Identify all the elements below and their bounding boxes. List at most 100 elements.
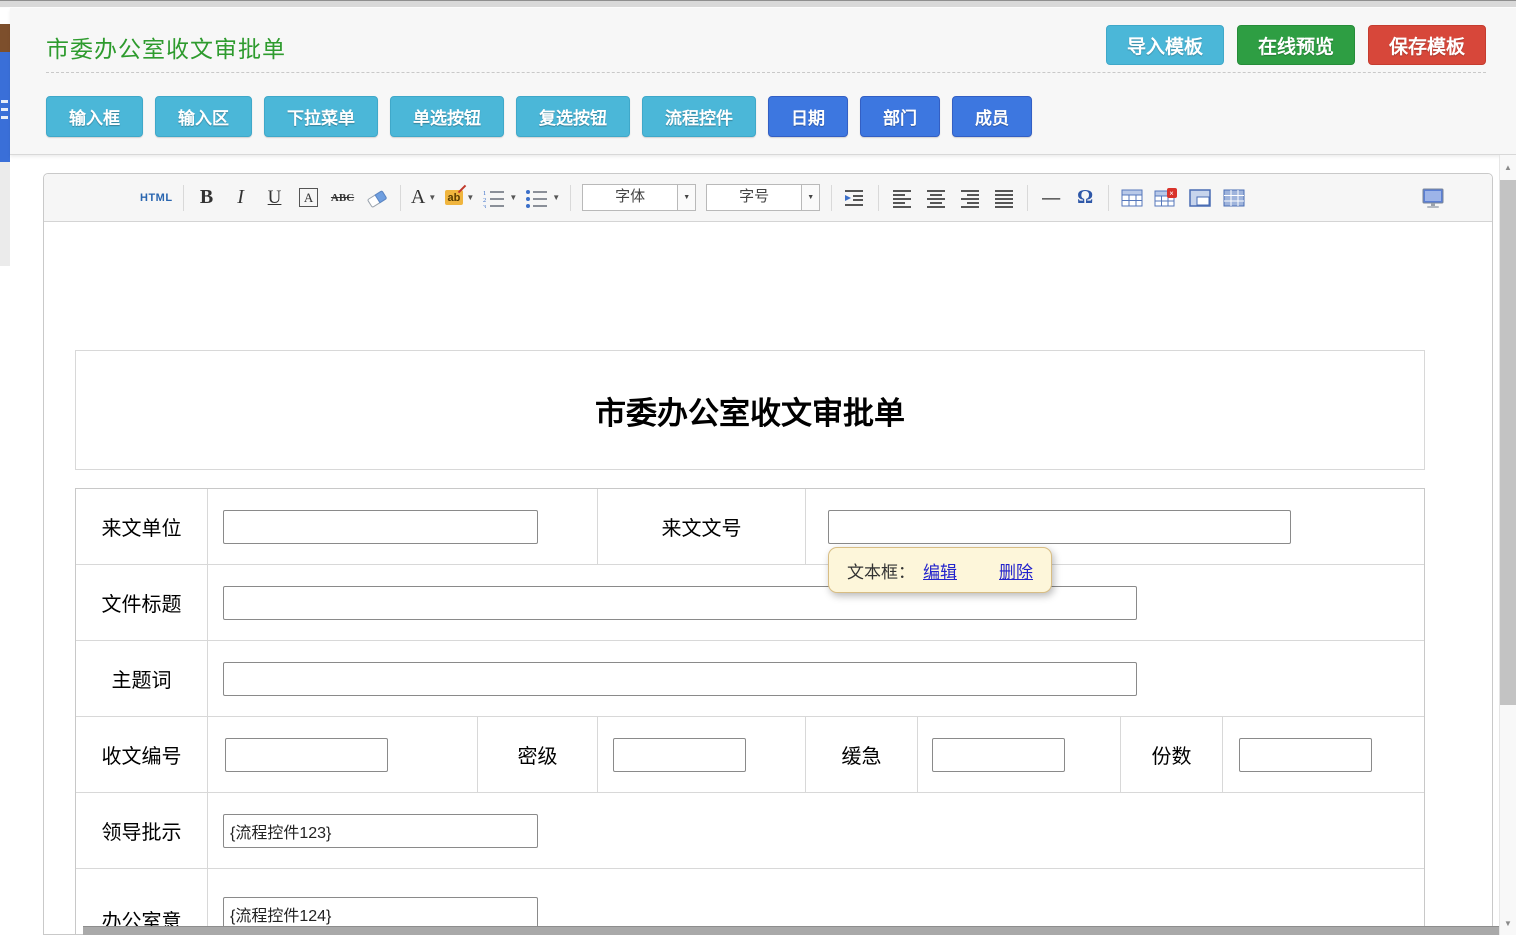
widget-button-input-box[interactable]: 输入框 [46, 96, 143, 137]
table-row: 领导批示 [76, 793, 1424, 869]
ordered-list-icon[interactable]: 123 ▼ [482, 184, 517, 212]
table-row: 文件标题 [76, 565, 1424, 641]
toolbar-separator [1027, 185, 1028, 211]
window-left-edge [0, 8, 10, 935]
align-right-icon[interactable] [957, 184, 983, 212]
header-actions: 导入模板 在线预览 保存模板 [1106, 25, 1486, 65]
highlight-color-icon[interactable]: ab▼ [445, 184, 475, 212]
field-label-keywords: 主题词 [76, 641, 208, 716]
toolbar-separator [400, 185, 401, 211]
indent-icon[interactable] [842, 184, 868, 212]
editor-toolbar: HTML B I U A ABC A▼ ab▼ 123 ▼ ▼ 字体 ▼ [44, 174, 1492, 222]
field-label-security-level: 密级 [478, 717, 598, 792]
font-family-select[interactable]: 字体 ▼ [582, 184, 696, 211]
horizontal-rule-icon[interactable]: — [1038, 184, 1064, 212]
toolbar-separator [831, 185, 832, 211]
chevron-down-icon[interactable]: ▼ [801, 185, 819, 210]
form-table: 来文单位 来文文号 文件标题 主题词 收文编号 密 [75, 488, 1425, 935]
font-size-select[interactable]: 字号 ▼ [706, 184, 820, 211]
chevron-down-icon[interactable]: ▼ [509, 193, 517, 202]
widget-button-checkbox[interactable]: 复选按钮 [516, 96, 630, 137]
widget-button-textarea[interactable]: 输入区 [155, 96, 252, 137]
svg-text:×: × [1169, 189, 1174, 198]
widget-button-dropdown[interactable]: 下拉菜单 [264, 96, 378, 137]
special-character-icon[interactable]: Ω [1072, 184, 1098, 212]
bottom-edge-bar [83, 926, 1499, 935]
urgency-input[interactable] [932, 738, 1065, 772]
vertical-scrollbar[interactable]: ▲ ▼ [1499, 155, 1516, 935]
html-source-icon[interactable]: HTML [140, 184, 173, 212]
dotted-divider [46, 72, 1486, 73]
chevron-down-icon[interactable]: ▼ [428, 193, 436, 202]
save-template-button[interactable]: 保存模板 [1368, 25, 1486, 65]
scroll-down-arrow-icon[interactable]: ▼ [1500, 913, 1516, 933]
field-label-doc-number: 来文文号 [598, 489, 806, 564]
chevron-down-icon[interactable]: ▼ [552, 193, 560, 202]
field-label-leader-comments: 领导批示 [76, 793, 208, 868]
table-cell [208, 489, 598, 564]
align-center-icon[interactable] [923, 184, 949, 212]
table-row: 收文编号 密级 缓急 份数 [76, 717, 1424, 793]
strikethrough-icon[interactable]: ABC [330, 184, 356, 212]
page-title: 市委办公室收文审批单 [46, 30, 286, 64]
align-left-icon[interactable] [889, 184, 915, 212]
align-justify-icon[interactable] [991, 184, 1017, 212]
keywords-input[interactable] [223, 662, 1137, 696]
scrollbar-thumb[interactable] [1500, 180, 1516, 705]
field-label-source-unit: 来文单位 [76, 489, 208, 564]
toolbar-separator [570, 185, 571, 211]
widget-button-department[interactable]: 部门 [860, 96, 940, 137]
doc-number-input[interactable] [828, 510, 1291, 544]
delete-link[interactable]: 删除 [999, 558, 1033, 583]
font-color-icon[interactable]: A▼ [411, 184, 437, 212]
left-edge-segment [0, 24, 10, 52]
left-edge-segment [0, 162, 10, 266]
widget-button-member[interactable]: 成员 [952, 96, 1032, 137]
widget-button-flow-control[interactable]: 流程控件 [642, 96, 756, 137]
copies-input[interactable] [1239, 738, 1372, 772]
fullscreen-icon[interactable] [1420, 184, 1446, 212]
svg-text:1: 1 [483, 190, 486, 197]
toolbar-separator [878, 185, 879, 211]
italic-icon[interactable]: I [228, 184, 254, 212]
underline-icon[interactable]: U [262, 184, 288, 212]
delete-table-icon[interactable]: × [1153, 184, 1179, 212]
security-level-input[interactable] [613, 738, 746, 772]
table-cell [1223, 717, 1424, 792]
bold-icon[interactable]: B [194, 184, 220, 212]
field-label-doc-title: 文件标题 [76, 565, 208, 640]
table-cell [208, 717, 478, 792]
textbox-context-tooltip: 文本框： 编辑 删除 [828, 547, 1052, 593]
table-row: 来文单位 来文文号 [76, 489, 1424, 565]
edit-link[interactable]: 编辑 [923, 558, 957, 583]
online-preview-button[interactable]: 在线预览 [1237, 25, 1355, 65]
page: 市委办公室收文审批单 导入模板 在线预览 保存模板 输入框 输入区 下拉菜单 单… [0, 0, 1516, 935]
import-template-button[interactable]: 导入模板 [1106, 25, 1224, 65]
form-title: 市委办公室收文审批单 [595, 388, 905, 433]
scroll-up-arrow-icon[interactable]: ▲ [1500, 157, 1516, 177]
toolbar-separator [1108, 185, 1109, 211]
table-cell [208, 641, 1424, 716]
left-edge-segment [0, 52, 10, 162]
toolbar-separator [183, 185, 184, 211]
field-label-copies: 份数 [1121, 717, 1223, 792]
table-cell [208, 793, 1424, 868]
table-row: 主题词 [76, 641, 1424, 717]
source-unit-input[interactable] [223, 510, 538, 544]
tooltip-label: 文本框： [847, 558, 915, 583]
unordered-list-icon[interactable]: ▼ [525, 184, 560, 212]
cell-properties-icon[interactable] [1221, 184, 1247, 212]
inline-style-icon[interactable]: A [296, 184, 322, 212]
chevron-down-icon[interactable]: ▼ [466, 193, 474, 202]
chevron-down-icon[interactable]: ▼ [677, 185, 695, 210]
widget-button-radio[interactable]: 单选按钮 [390, 96, 504, 137]
table-cell [918, 717, 1121, 792]
widget-button-date[interactable]: 日期 [768, 96, 848, 137]
leader-comments-input[interactable] [223, 814, 538, 848]
receipt-number-input[interactable] [225, 738, 388, 772]
table-properties-icon[interactable] [1187, 184, 1213, 212]
svg-text:2: 2 [483, 197, 486, 204]
insert-table-icon[interactable] [1119, 184, 1145, 212]
field-label-receipt-number: 收文编号 [76, 717, 208, 792]
eraser-icon[interactable] [364, 184, 390, 212]
